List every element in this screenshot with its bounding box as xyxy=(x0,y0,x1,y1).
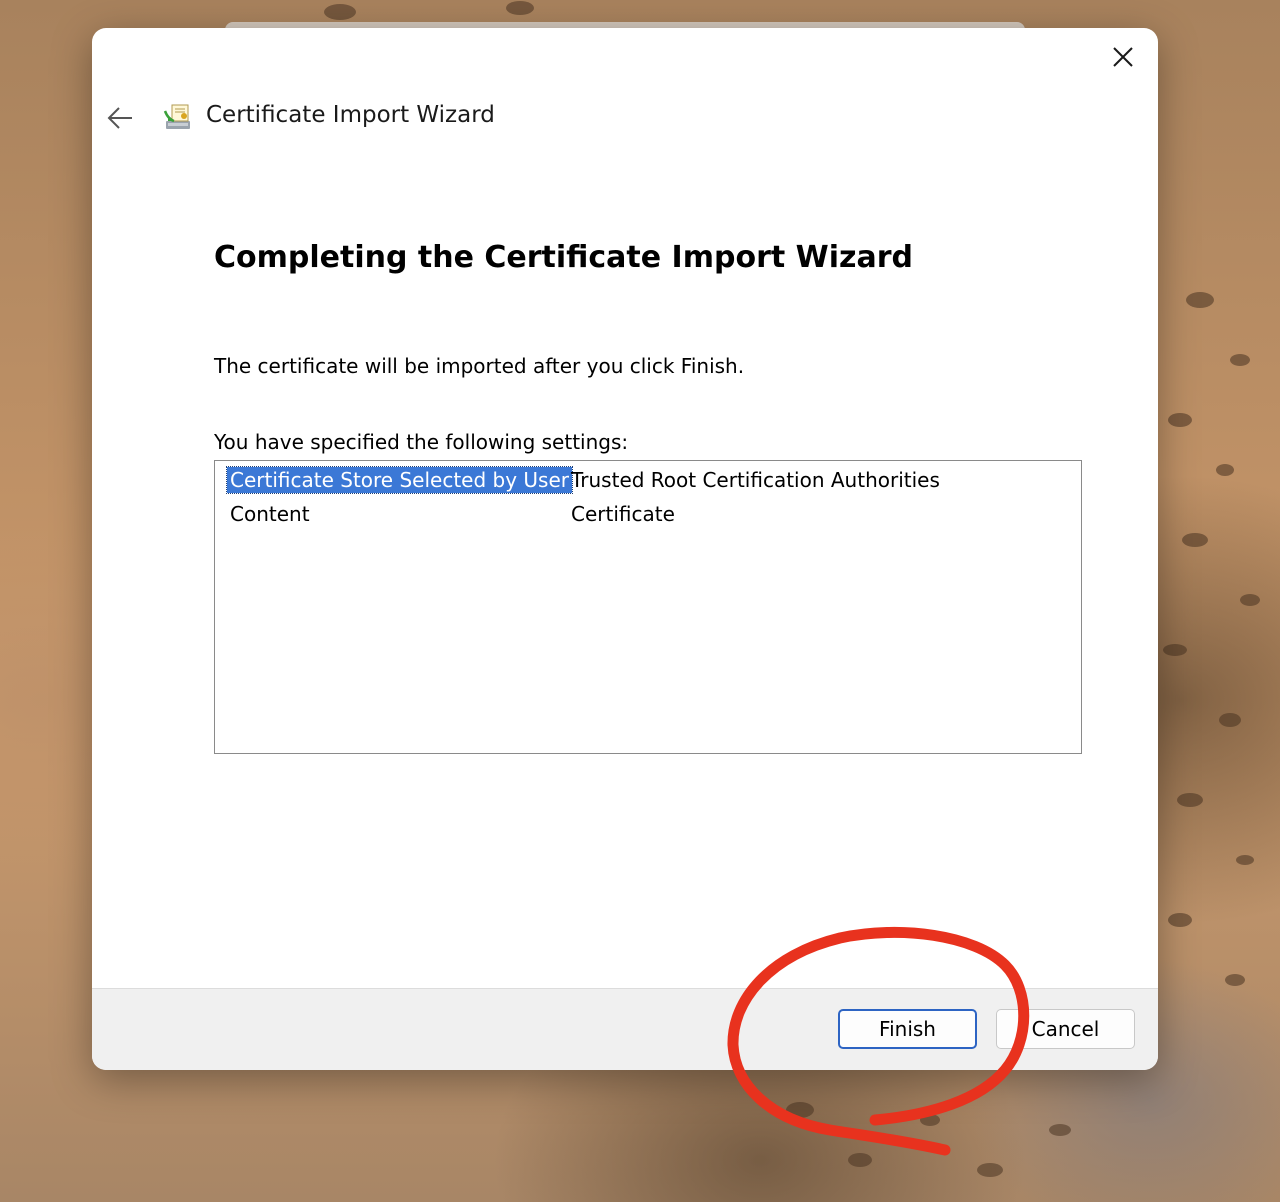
close-icon xyxy=(1113,47,1133,67)
settings-label: You have specified the following setting… xyxy=(214,430,629,454)
settings-row[interactable]: Content Certificate xyxy=(215,497,1081,527)
dialog-footer: Finish Cancel xyxy=(92,988,1158,1070)
certificate-wizard-icon xyxy=(163,104,190,129)
settings-row-value: Trusted Root Certification Authorities xyxy=(571,468,940,492)
settings-list[interactable]: Certificate Store Selected by User Trust… xyxy=(214,460,1082,754)
settings-row-key: Certificate Store Selected by User xyxy=(226,466,573,494)
info-text: The certificate will be imported after y… xyxy=(214,354,745,378)
arrow-left-icon xyxy=(107,107,132,129)
back-button[interactable] xyxy=(104,102,136,134)
certificate-import-dialog: Certificate Import Wizard Completing the… xyxy=(92,28,1158,1070)
cancel-button[interactable]: Cancel xyxy=(996,1009,1135,1049)
wizard-title: Certificate Import Wizard xyxy=(206,102,495,128)
close-button[interactable] xyxy=(1104,38,1142,76)
settings-row-value: Certificate xyxy=(571,502,675,526)
settings-row[interactable]: Certificate Store Selected by User Trust… xyxy=(215,463,1081,494)
page-title: Completing the Certificate Import Wizard xyxy=(214,240,913,275)
wizard-header: Certificate Import Wizard xyxy=(92,98,1158,138)
settings-row-key: Content xyxy=(230,502,310,526)
finish-button[interactable]: Finish xyxy=(838,1009,977,1049)
